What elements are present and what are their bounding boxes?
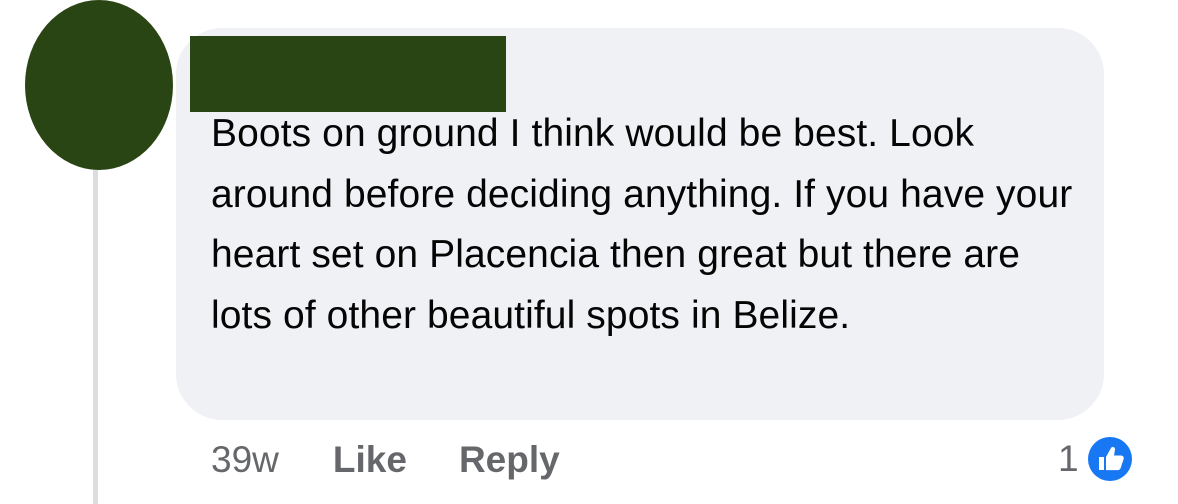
comment-text: Boots on ground I think would be best. L… <box>211 112 1073 337</box>
avatar[interactable] <box>25 0 173 170</box>
reaction-count: 1 <box>1058 438 1079 479</box>
reactions-summary[interactable]: 1 <box>1058 431 1135 487</box>
thumbs-up-icon <box>1084 434 1135 484</box>
reply-button[interactable]: Reply <box>459 439 560 481</box>
like-button[interactable]: Like <box>333 439 407 481</box>
author-name-redacted[interactable] <box>190 36 506 112</box>
thread-line <box>93 168 98 504</box>
timestamp[interactable]: 39w <box>211 439 279 481</box>
comment-actions: 39w Like Reply <box>211 436 560 484</box>
